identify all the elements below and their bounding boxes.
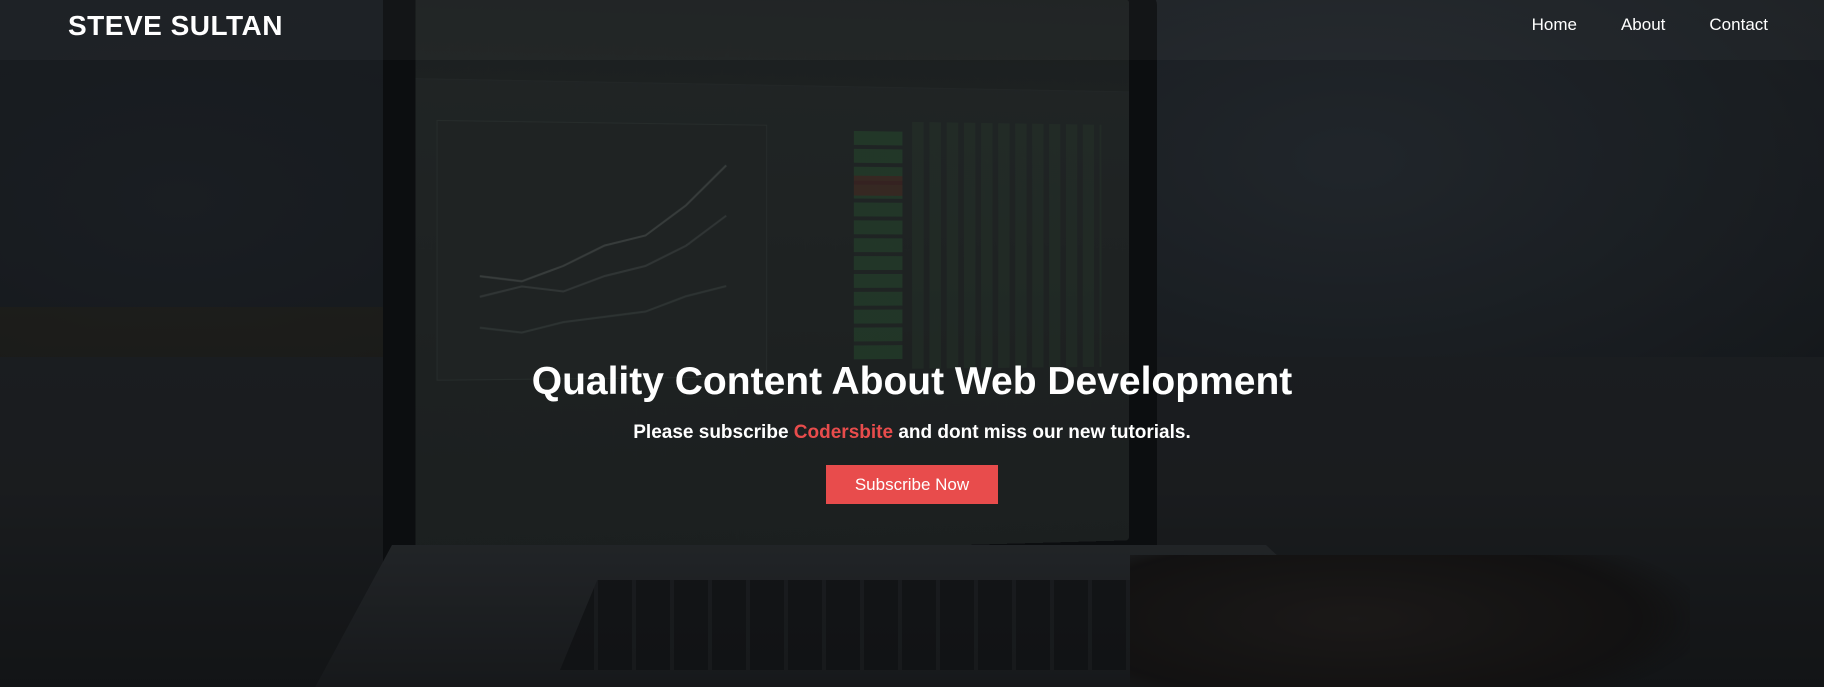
hero-background-image (0, 0, 1824, 687)
hero-subtitle: Please subscribe Codersbite and dont mis… (0, 420, 1824, 446)
nav-links: Home About Contact (1532, 14, 1768, 36)
hero-subtitle-before: Please subscribe (633, 422, 794, 443)
nav-link-contact[interactable]: Contact (1709, 14, 1768, 36)
nav-link-about[interactable]: About (1621, 14, 1665, 36)
subscribe-button[interactable]: Subscribe Now (826, 465, 998, 504)
hero-section: Quality Content About Web Development Pl… (0, 358, 1824, 504)
nav-link-home[interactable]: Home (1532, 14, 1577, 36)
hero-subtitle-after: and dont miss our new tutorials. (893, 422, 1191, 443)
hero-subtitle-highlight: Codersbite (793, 422, 894, 443)
hero-title: Quality Content About Web Development (531, 360, 1293, 403)
brand-logo-link[interactable]: STEVE SULTAN (68, 10, 283, 42)
navbar: STEVE SULTAN Home About Contact (0, 0, 1824, 60)
dark-overlay (0, 0, 1824, 687)
